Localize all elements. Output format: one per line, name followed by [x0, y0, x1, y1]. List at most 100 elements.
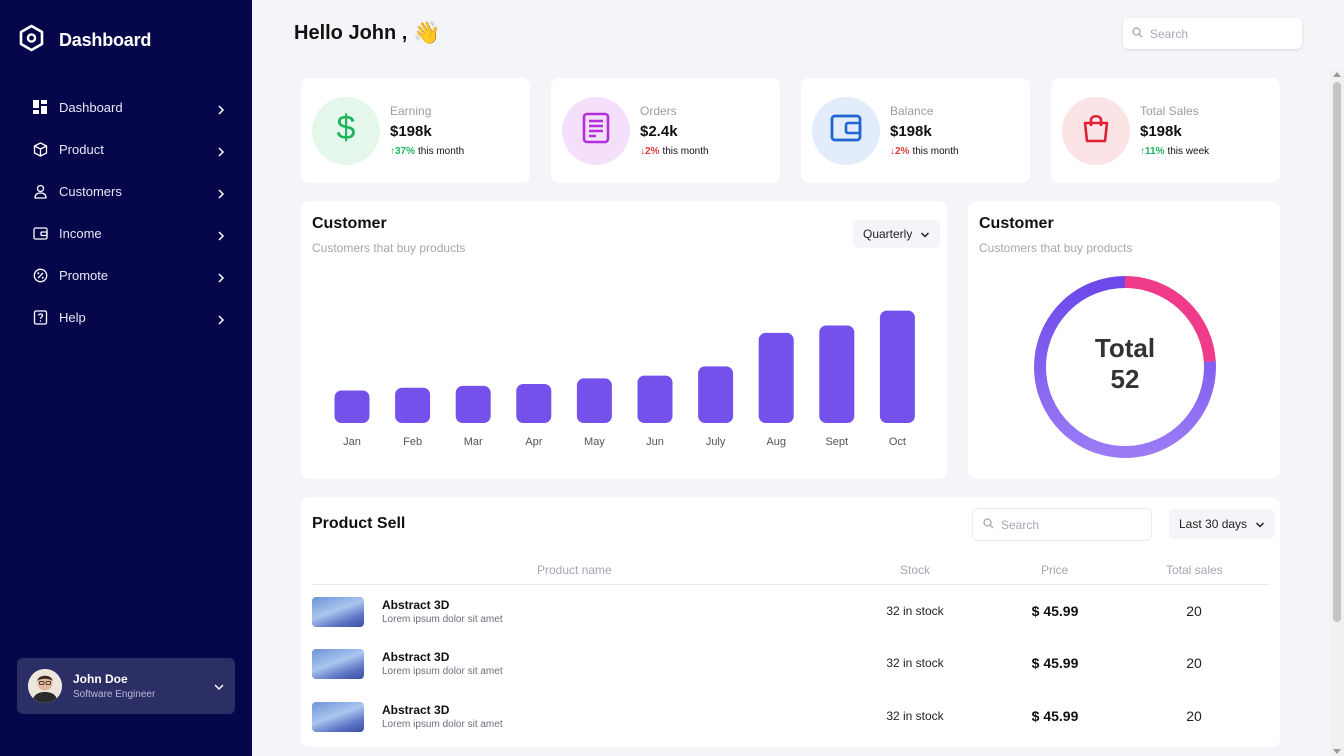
- product-thumbnail: [312, 649, 364, 679]
- dropdown-value: Last 30 days: [1179, 517, 1248, 531]
- table-row[interactable]: Abstract 3D Lorem ipsum dolor sit amet 3…: [312, 649, 1270, 701]
- stat-label: Earning: [390, 104, 432, 118]
- x-tick-label: Jun: [646, 436, 664, 448]
- bar-may[interactable]: [576, 378, 612, 423]
- scrollbar-thumb[interactable]: [1333, 82, 1341, 622]
- donut-chart: Total 52: [1034, 276, 1216, 458]
- waving-hand-icon: 👋: [413, 20, 441, 45]
- product-stock: 32 in stock: [886, 656, 944, 670]
- product-description: Lorem ipsum dolor sit amet: [382, 614, 503, 625]
- sidebar-item-income[interactable]: Income: [0, 212, 252, 254]
- page-scrollbar[interactable]: [1330, 70, 1344, 756]
- chevron-right-icon: [216, 186, 226, 199]
- x-tick-label: Jan: [343, 436, 361, 448]
- sidebar-item-label: Customers: [59, 183, 122, 199]
- chevron-right-icon: [216, 228, 226, 241]
- product-price: $ 45.99: [1031, 708, 1079, 724]
- column-header[interactable]: Total sales: [1166, 563, 1223, 577]
- bar-mar[interactable]: [455, 385, 491, 423]
- x-tick-label: Aug: [766, 436, 786, 448]
- product-price: $ 45.99: [1031, 603, 1079, 619]
- product-name: Abstract 3D: [382, 598, 450, 612]
- product-thumbnail: [312, 597, 364, 627]
- top-search[interactable]: [1123, 18, 1302, 49]
- greeting-text: Hello John ,: [294, 21, 408, 44]
- scroll-down-arrow-icon[interactable]: [1333, 749, 1341, 754]
- sidebar-item-label: Dashboard: [59, 99, 123, 115]
- sidebar-nav: Dashboard Product Customers Income Promo…: [0, 86, 252, 338]
- x-tick-label: Mar: [464, 436, 483, 448]
- stat-period: this month: [662, 146, 709, 157]
- sidebar-item-promote[interactable]: Promote: [0, 254, 252, 296]
- column-header[interactable]: Stock: [900, 563, 930, 577]
- profile-name: John Doe: [73, 672, 128, 686]
- brand-title: Dashboard: [59, 30, 152, 50]
- donut-center-value: 52: [1111, 364, 1140, 394]
- stat-value: $198k: [1140, 123, 1182, 140]
- sidebar-item-help[interactable]: Help: [0, 296, 252, 338]
- stat-value: $198k: [890, 123, 932, 140]
- sidebar-item-label: Help: [59, 309, 86, 325]
- sidebar-item-label: Promote: [59, 267, 109, 283]
- product-search[interactable]: [972, 508, 1152, 541]
- x-tick-label: Oct: [889, 436, 906, 448]
- bar-apr[interactable]: [516, 384, 552, 423]
- product-description: Lorem ipsum dolor sit amet: [382, 666, 503, 677]
- table-row[interactable]: Abstract 3D Lorem ipsum dolor sit amet 3…: [312, 702, 1270, 754]
- brand[interactable]: Dashboard: [18, 24, 151, 57]
- bar-sept[interactable]: [819, 325, 855, 424]
- table-row[interactable]: Abstract 3D Lorem ipsum dolor sit amet 3…: [312, 597, 1270, 649]
- bar-oct[interactable]: [879, 310, 915, 423]
- stat-label: Total Sales: [1140, 104, 1199, 118]
- sidebar-item-label: Income: [59, 225, 102, 241]
- product-stock: 32 in stock: [886, 604, 944, 618]
- hexagon-logo-icon: [18, 24, 45, 57]
- product-total-sales: 20: [1186, 708, 1202, 724]
- wallet-icon: [830, 114, 862, 147]
- stat-value: $2.4k: [640, 123, 678, 140]
- search-input[interactable]: [1001, 517, 1141, 532]
- user-icon: [32, 183, 48, 199]
- x-tick-label: Sept: [825, 436, 848, 448]
- avatar: [28, 669, 62, 703]
- stat-card-orders: Orders $2.4k ↓ 2% this month: [551, 78, 780, 183]
- column-header[interactable]: Price: [1041, 563, 1068, 577]
- user-profile[interactable]: John Doe Software Engineer: [17, 658, 235, 714]
- bar-feb[interactable]: [395, 387, 431, 423]
- customer-bar-card: Customer Customers that buy products Qua…: [301, 201, 947, 479]
- customer-donut-card: Customer Customers that buy products Tot…: [968, 201, 1280, 479]
- bar-aug[interactable]: [758, 332, 794, 423]
- sidebar-item-product[interactable]: Product: [0, 128, 252, 170]
- search-input[interactable]: [1150, 26, 1290, 41]
- stat-icon-circle: [562, 96, 630, 165]
- help-icon: [32, 309, 48, 325]
- sidebar-item-dashboard[interactable]: Dashboard: [0, 86, 252, 128]
- dollar-icon: $: [333, 109, 359, 151]
- stat-icon-circle: $: [312, 96, 380, 165]
- date-range-dropdown[interactable]: Last 30 days: [1169, 509, 1276, 539]
- stat-period: this month: [912, 146, 959, 157]
- box-icon: [32, 141, 48, 157]
- stat-icon-circle: [812, 96, 880, 165]
- chevron-right-icon: [216, 270, 226, 283]
- bar-july[interactable]: [698, 366, 734, 423]
- product-name: Abstract 3D: [382, 650, 450, 664]
- chevron-down-icon[interactable]: [213, 680, 225, 692]
- bar-jun[interactable]: [637, 375, 673, 423]
- x-tick-label: May: [584, 436, 605, 448]
- bar-chart: Jan Feb Mar Apr May Jun July Aug Sept Oct: [334, 310, 915, 448]
- x-tick-label: Apr: [525, 436, 542, 448]
- product-price: $ 45.99: [1031, 655, 1079, 671]
- product-sell-card: Product Sell Last 30 days Product name S…: [301, 497, 1280, 747]
- sidebar: Dashboard Dashboard Product Customers In…: [0, 0, 252, 756]
- stat-label: Balance: [890, 104, 934, 118]
- scroll-up-arrow-icon[interactable]: [1333, 72, 1341, 77]
- stat-change: ↓ 2% this month: [890, 146, 959, 157]
- stat-card-total-sales: Total Sales $198k ↑ 11% this week: [1051, 78, 1280, 183]
- column-header[interactable]: Product name: [537, 563, 612, 577]
- sidebar-item-customers[interactable]: Customers: [0, 170, 252, 212]
- search-icon: [1132, 25, 1143, 43]
- product-stock: 32 in stock: [886, 709, 944, 723]
- bar-jan[interactable]: [334, 390, 370, 424]
- chevron-right-icon: [216, 102, 226, 115]
